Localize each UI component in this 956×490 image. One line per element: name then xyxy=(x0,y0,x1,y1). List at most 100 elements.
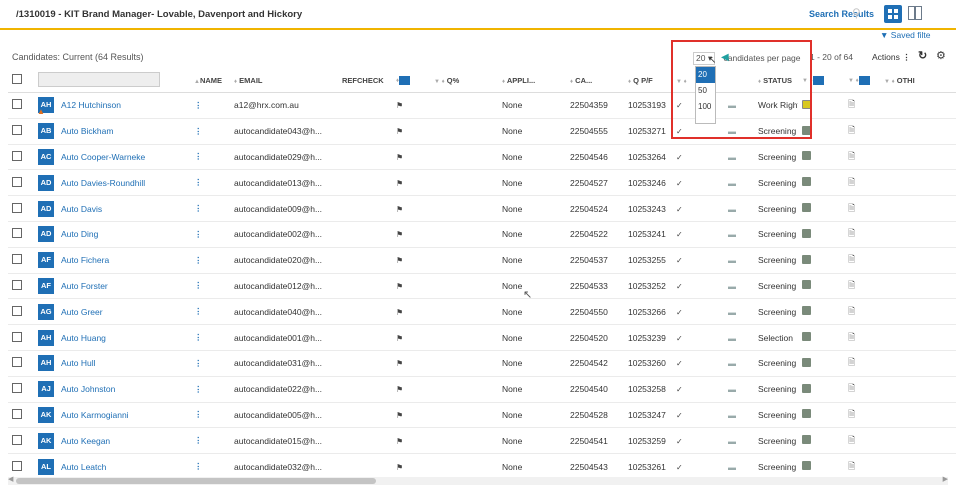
paper-icon[interactable]: 🗎 xyxy=(848,177,855,187)
paper-icon[interactable]: 🗎 xyxy=(848,357,855,367)
row-menu-icon[interactable]: ⋮ xyxy=(194,384,203,394)
table-row[interactable]: AG Auto Greer ⋮ autocandidate040@h... ⚑ None 2… xyxy=(8,298,956,326)
row-menu-icon[interactable]: ⋮ xyxy=(194,306,203,316)
per-page-option[interactable]: 20 xyxy=(696,67,715,83)
row-menu-icon[interactable]: ⋮ xyxy=(194,255,203,265)
flag-icon[interactable]: ⚑ xyxy=(396,463,403,472)
paper-icon[interactable]: 🗎 xyxy=(848,461,855,471)
paper-icon[interactable]: 🗎 xyxy=(848,125,855,135)
flag-icon[interactable]: ⚑ xyxy=(396,256,403,265)
col-status[interactable]: ♦ STATUS xyxy=(754,68,798,93)
row-checkbox[interactable] xyxy=(12,383,22,394)
table-row[interactable]: AF Auto Fichera ⋮ autocandidate020@h... ⚑ Non… xyxy=(8,247,956,274)
candidate-name-link[interactable]: Auto Cooper-Warneke xyxy=(61,152,145,162)
paper-icon[interactable]: 🗎 xyxy=(848,409,855,419)
document-icon[interactable] xyxy=(802,228,811,238)
document-icon[interactable] xyxy=(802,151,811,161)
document-icon[interactable] xyxy=(802,357,811,367)
paper-icon[interactable]: 🗎 xyxy=(848,306,855,316)
col-refcheck[interactable]: REFCHECK xyxy=(338,68,392,93)
flag-icon[interactable]: ⚑ xyxy=(396,127,403,136)
table-row[interactable]: AC Auto Cooper-Warneke ⋮ autocandidate029@h… xyxy=(8,144,956,171)
candidate-name-link[interactable]: Auto Huang xyxy=(61,333,106,343)
table-row[interactable]: AD Auto Davies-Roundhill ⋮ autocandidate013… xyxy=(8,169,956,197)
table-row[interactable]: AF Auto Forster ⋮ autocandidate012@h... ⚑ Non… xyxy=(8,273,956,300)
scroll-left-icon[interactable]: ◀ xyxy=(8,475,13,483)
actions-menu[interactable]: Actions ⋮ xyxy=(872,52,911,63)
paper-icon[interactable]: 🗎 xyxy=(848,435,855,445)
flag-icon[interactable]: ⚑ xyxy=(396,282,403,291)
col-ca[interactable]: ♦ CA... xyxy=(566,68,624,93)
paper-icon[interactable]: 🗎 xyxy=(848,228,855,238)
flag-icon[interactable]: ⚑ xyxy=(396,437,403,446)
paper-icon[interactable]: 🗎 xyxy=(848,151,855,161)
chevron-icon[interactable]: ▬ xyxy=(728,230,736,239)
document-icon[interactable] xyxy=(802,461,811,471)
chevron-icon[interactable]: ▬ xyxy=(728,101,736,110)
flag-icon[interactable]: ⚑ xyxy=(396,205,403,214)
row-checkbox[interactable] xyxy=(12,254,22,265)
candidate-name-link[interactable]: Auto Fichera xyxy=(61,255,109,265)
document-icon[interactable] xyxy=(802,99,811,109)
document-icon[interactable] xyxy=(802,125,811,135)
paper-icon[interactable]: 🗎 xyxy=(848,254,855,264)
table-row[interactable]: AL Auto Leatch ⋮ autocandidate032@h... ⚑ None… xyxy=(8,453,956,476)
candidate-name-link[interactable]: Auto Johnston xyxy=(61,384,115,394)
row-checkbox[interactable] xyxy=(12,357,22,368)
col-paper[interactable]: ▼ ♦ xyxy=(844,68,880,93)
scroll-thumb[interactable] xyxy=(16,478,376,484)
gear-icon[interactable]: ⚙ xyxy=(936,49,946,62)
row-checkbox[interactable] xyxy=(12,125,22,136)
table-row[interactable]: AH ▲ A12 Hutchinson ⋮ a12@hrx.com.au ⚑ None 225… xyxy=(8,92,956,119)
table-row[interactable]: AD Auto Davis ⋮ autocandidate009@h... ⚑ None 2… xyxy=(8,195,956,222)
row-menu-icon[interactable]: ⋮ xyxy=(194,280,203,290)
table-row[interactable]: AJ Auto Johnston ⋮ autocandidate022@h... ⚑ No… xyxy=(8,376,956,403)
row-menu-icon[interactable]: ⋮ xyxy=(194,409,203,419)
row-menu-icon[interactable]: ⋮ xyxy=(194,151,203,161)
row-checkbox[interactable] xyxy=(12,99,22,110)
scroll-right-icon[interactable]: ▶ xyxy=(943,475,948,483)
candidate-name-link[interactable]: Auto Davis xyxy=(61,204,102,214)
table-row[interactable]: AH Auto Huang ⋮ autocandidate001@h... ⚑ None 2… xyxy=(8,324,956,351)
chevron-icon[interactable]: ▬ xyxy=(728,411,736,420)
row-menu-icon[interactable]: ⋮ xyxy=(194,229,203,239)
col-name[interactable]: ▲NAME xyxy=(190,68,230,93)
row-checkbox[interactable] xyxy=(12,408,22,419)
flag-icon[interactable]: ⚑ xyxy=(396,101,403,110)
document-icon[interactable] xyxy=(802,254,811,264)
col-appli[interactable]: ♦ APPLI... xyxy=(498,68,566,93)
paper-icon[interactable]: 🗎 xyxy=(848,203,855,213)
table-row[interactable]: AH Auto Hull ⋮ autocandidate031@h... ⚑ None 22… xyxy=(8,350,956,377)
row-checkbox[interactable] xyxy=(12,305,22,316)
chevron-icon[interactable]: ▬ xyxy=(728,205,736,214)
candidate-name-link[interactable]: Auto Forster xyxy=(61,281,108,291)
candidate-name-link[interactable]: Auto Ding xyxy=(61,229,98,239)
col-doc[interactable]: ▼ ♦ xyxy=(798,68,844,93)
table-row[interactable]: AB Auto Bickham ⋮ autocandidate043@h... ⚑ Non… xyxy=(8,118,956,145)
row-menu-icon[interactable]: ⋮ xyxy=(194,332,203,342)
paper-icon[interactable]: 🗎 xyxy=(848,99,855,109)
search-icon[interactable]: ⚲ xyxy=(852,6,866,20)
table-row[interactable]: AK Auto Karmogianni ⋮ autocandidate005@h...… xyxy=(8,402,956,429)
chevron-icon[interactable]: ▬ xyxy=(728,282,736,291)
document-icon[interactable] xyxy=(802,383,811,393)
candidate-name-link[interactable]: Auto Leatch xyxy=(61,462,106,472)
candidate-name-link[interactable]: Auto Greer xyxy=(61,307,103,317)
candidate-name-link[interactable]: Auto Karmogianni xyxy=(61,410,129,420)
candidate-name-link[interactable]: Auto Hull xyxy=(61,358,96,368)
row-menu-icon[interactable]: ⋮ xyxy=(194,461,203,471)
table-row[interactable]: AD Auto Ding ⋮ autocandidate002@h... ⚑ None 22… xyxy=(8,221,956,248)
row-menu-icon[interactable]: ⋮ xyxy=(194,358,203,368)
chevron-icon[interactable]: ▬ xyxy=(728,308,736,317)
flag-icon[interactable]: ⚑ xyxy=(396,179,403,188)
select-all-checkbox[interactable] xyxy=(12,74,22,84)
chevron-icon[interactable]: ▬ xyxy=(728,334,736,343)
candidate-name-link[interactable]: Auto Bickham xyxy=(61,126,113,136)
flag-icon[interactable]: ⚑ xyxy=(396,153,403,162)
split-view-button[interactable] xyxy=(908,6,922,20)
col-filter-funnel[interactable]: ♦ xyxy=(392,68,430,93)
flag-icon[interactable]: ⚑ xyxy=(396,230,403,239)
flag-icon[interactable]: ⚑ xyxy=(396,359,403,368)
paper-icon[interactable]: 🗎 xyxy=(848,383,855,393)
row-menu-icon[interactable]: ⋮ xyxy=(194,177,203,187)
